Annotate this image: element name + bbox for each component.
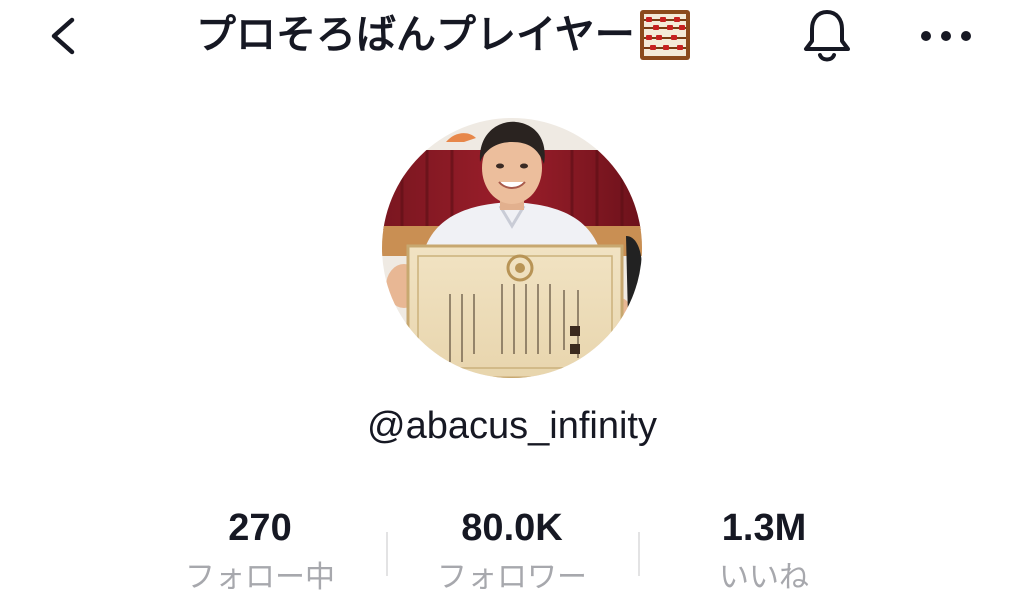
stat-value: 1.3M bbox=[721, 507, 807, 549]
stats-divider bbox=[386, 532, 388, 576]
top-nav-bar: プロそろばんプレイヤー bbox=[0, 0, 1024, 72]
page-title: プロそろばんプレイヤー bbox=[196, 6, 691, 64]
more-horizontal-icon bbox=[921, 31, 971, 41]
more-options-button[interactable] bbox=[914, 14, 978, 58]
back-button[interactable] bbox=[36, 8, 92, 64]
profile-handle: @abacus_infinity bbox=[367, 405, 657, 447]
stat-likes[interactable]: 1.3M いいね bbox=[638, 500, 890, 604]
notification-button[interactable] bbox=[798, 6, 856, 66]
stat-value: 270 bbox=[228, 507, 292, 549]
bell-icon bbox=[804, 10, 850, 62]
stat-label: フォロー中 bbox=[185, 560, 335, 595]
stat-label: いいね bbox=[719, 560, 809, 595]
stat-label: フォロワー bbox=[437, 560, 587, 595]
stat-followers[interactable]: 80.0K フォロワー bbox=[386, 500, 638, 604]
stat-following[interactable]: 270 フォロー中 bbox=[134, 500, 386, 604]
stat-value: 80.0K bbox=[461, 507, 563, 549]
stats-divider bbox=[638, 532, 640, 576]
abacus-emoji-icon bbox=[639, 9, 691, 61]
profile-stats: 270 フォロー中 80.0K フォロワー 1.3M いいね bbox=[134, 500, 890, 604]
avatar-photo bbox=[382, 118, 642, 378]
avatar[interactable] bbox=[382, 118, 642, 378]
profile-screen: プロそろばんプレイヤー @abacus_infinity 270 フォロー中 8… bbox=[0, 0, 1024, 604]
page-title-text: プロそろばんプレイヤー bbox=[196, 12, 635, 58]
chevron-left-icon bbox=[51, 17, 75, 55]
